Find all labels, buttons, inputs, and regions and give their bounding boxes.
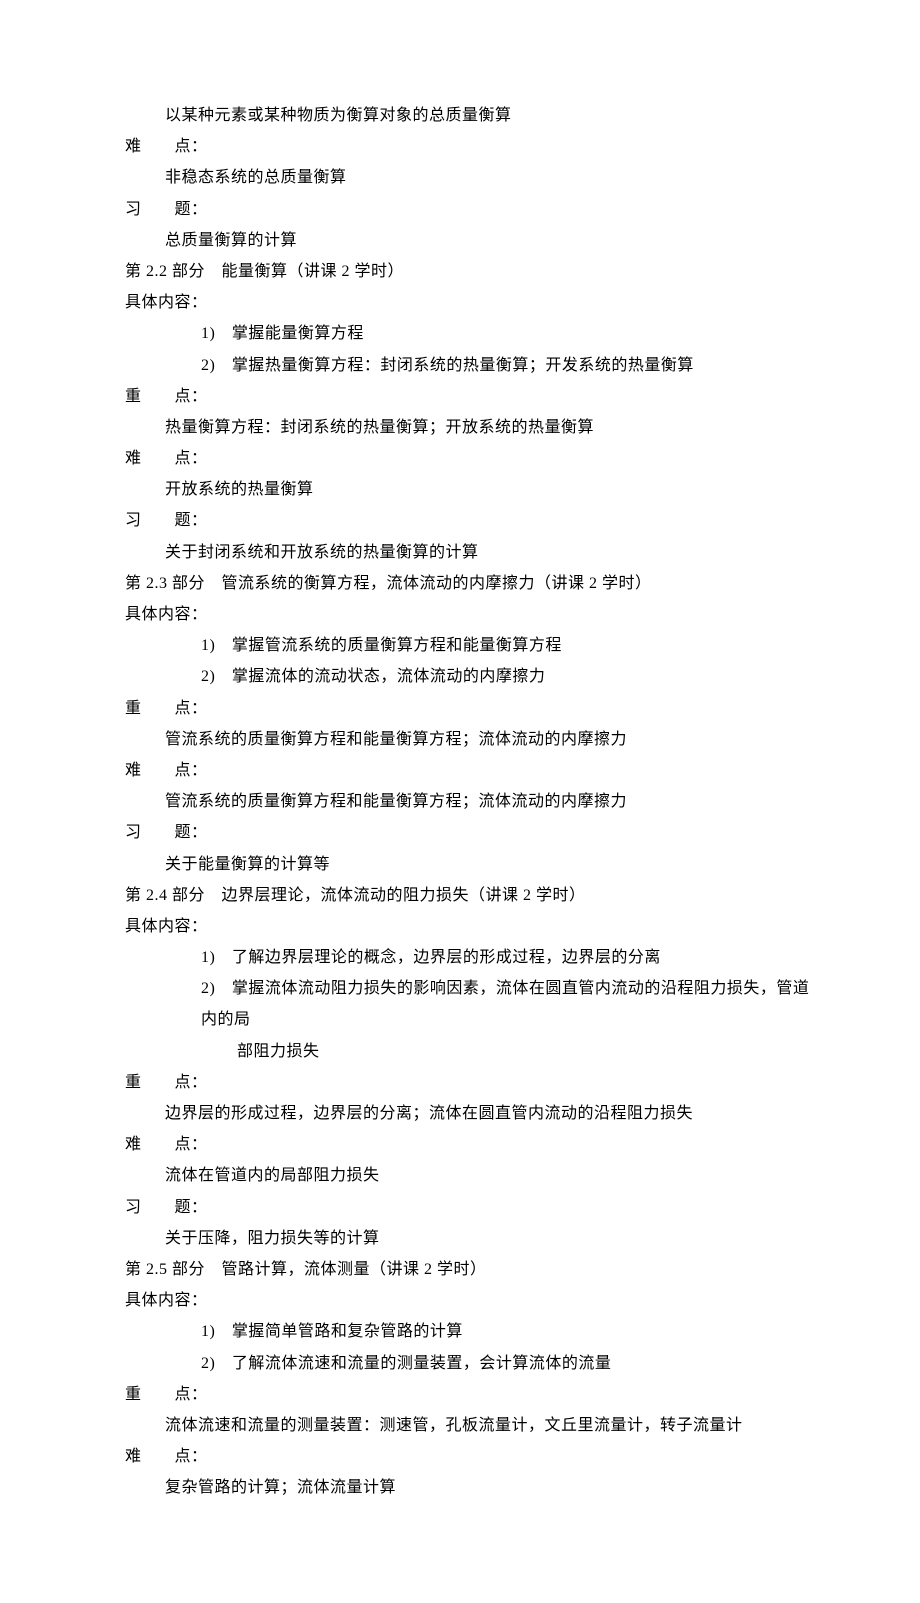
text-line: 复杂管路的计算；流体流量计算 (125, 1472, 810, 1503)
text-line: 难 点： (125, 755, 810, 786)
text-line: 1) 掌握能量衡算方程 (125, 318, 810, 349)
text-line: 总质量衡算的计算 (125, 225, 810, 256)
text-line: 难 点： (125, 1441, 810, 1472)
text-line: 第 2.3 部分 管流系统的衡算方程，流体流动的内摩擦力（讲课 2 学时） (125, 568, 810, 599)
text-line: 2) 掌握流体流动阻力损失的影响因素，流体在圆直管内流动的沿程阻力损失，管道内的… (125, 973, 810, 1035)
text-line: 习 题： (125, 817, 810, 848)
text-line: 关于压降，阻力损失等的计算 (125, 1223, 810, 1254)
text-line: 习 题： (125, 505, 810, 536)
text-line: 难 点： (125, 131, 810, 162)
text-line: 第 2.2 部分 能量衡算（讲课 2 学时） (125, 256, 810, 287)
text-line: 关于封闭系统和开放系统的热量衡算的计算 (125, 537, 810, 568)
text-line: 第 2.4 部分 边界层理论，流体流动的阻力损失（讲课 2 学时） (125, 880, 810, 911)
text-line: 2) 了解流体流速和流量的测量装置，会计算流体的流量 (125, 1348, 810, 1379)
text-line: 具体内容： (125, 599, 810, 630)
text-line: 具体内容： (125, 1285, 810, 1316)
text-line: 流体在管道内的局部阻力损失 (125, 1160, 810, 1191)
text-line: 具体内容： (125, 287, 810, 318)
text-line: 关于能量衡算的计算等 (125, 849, 810, 880)
text-line: 非稳态系统的总质量衡算 (125, 162, 810, 193)
text-line: 第 2.5 部分 管路计算，流体测量（讲课 2 学时） (125, 1254, 810, 1285)
text-line: 难 点： (125, 1129, 810, 1160)
text-line: 流体流速和流量的测量装置：测速管，孔板流量计，文丘里流量计，转子流量计 (125, 1410, 810, 1441)
text-line: 1) 掌握管流系统的质量衡算方程和能量衡算方程 (125, 630, 810, 661)
text-line: 部阻力损失 (125, 1036, 810, 1067)
text-line: 1) 了解边界层理论的概念，边界层的形成过程，边界层的分离 (125, 942, 810, 973)
text-line: 管流系统的质量衡算方程和能量衡算方程；流体流动的内摩擦力 (125, 786, 810, 817)
text-line: 重 点： (125, 1379, 810, 1410)
text-line: 2) 掌握流体的流动状态，流体流动的内摩擦力 (125, 661, 810, 692)
text-line: 重 点： (125, 381, 810, 412)
text-line: 热量衡算方程：封闭系统的热量衡算；开放系统的热量衡算 (125, 412, 810, 443)
text-line: 2) 掌握热量衡算方程：封闭系统的热量衡算；开发系统的热量衡算 (125, 350, 810, 381)
text-line: 重 点： (125, 693, 810, 724)
text-line: 边界层的形成过程，边界层的分离；流体在圆直管内流动的沿程阻力损失 (125, 1098, 810, 1129)
text-line: 具体内容： (125, 911, 810, 942)
document-page: 以某种元素或某种物质为衡算对象的总质量衡算难 点：非稳态系统的总质量衡算习 题：… (0, 0, 920, 1603)
text-line: 难 点： (125, 443, 810, 474)
text-line: 重 点： (125, 1067, 810, 1098)
text-line: 开放系统的热量衡算 (125, 474, 810, 505)
text-line: 以某种元素或某种物质为衡算对象的总质量衡算 (125, 100, 810, 131)
text-line: 管流系统的质量衡算方程和能量衡算方程；流体流动的内摩擦力 (125, 724, 810, 755)
text-line: 习 题： (125, 1192, 810, 1223)
text-line: 习 题： (125, 194, 810, 225)
text-line: 1) 掌握简单管路和复杂管路的计算 (125, 1316, 810, 1347)
